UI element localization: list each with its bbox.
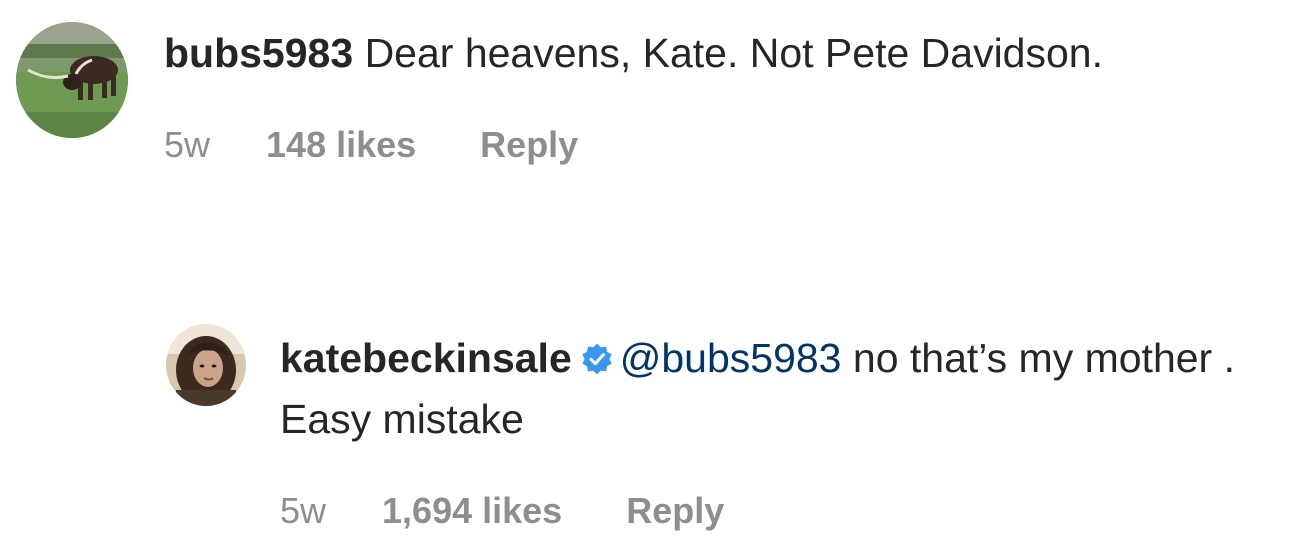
comment-body: bubs5983 Dear heavens, Kate. Not Pete Da… (164, 25, 1276, 166)
comment-body: katebeckinsale @bubs5983 no that’s my mo… (280, 330, 1276, 532)
comment-meta: 5w 1,694 likes Reply (280, 490, 1276, 532)
comment-text-block: bubs5983 Dear heavens, Kate. Not Pete Da… (164, 25, 1276, 82)
avatar[interactable] (16, 22, 128, 138)
cattle-photo-avatar-icon (16, 22, 128, 138)
comment-username[interactable]: bubs5983 (164, 30, 353, 76)
portrait-photo-avatar-icon (166, 324, 246, 406)
avatar[interactable] (166, 324, 246, 406)
comment-meta: 5w 148 likes Reply (164, 124, 1276, 166)
comment-text-block: katebeckinsale @bubs5983 no that’s my mo… (280, 330, 1276, 448)
comment-reply: katebeckinsale @bubs5983 no that’s my mo… (166, 322, 1276, 532)
comment-username[interactable]: katebeckinsale (280, 335, 572, 381)
reply-button[interactable]: Reply (626, 490, 724, 532)
likes-count[interactable]: 1,694 likes (382, 490, 562, 532)
comment-timestamp: 5w (280, 490, 327, 531)
comment-text: Dear heavens, Kate. Not Pete Davidson. (364, 30, 1103, 76)
reply-button[interactable]: Reply (480, 124, 578, 166)
likes-count[interactable]: 148 likes (266, 124, 416, 166)
mention-link[interactable]: @bubs5983 (620, 335, 842, 381)
comment-timestamp: 5w (164, 124, 211, 165)
comment: bubs5983 Dear heavens, Kate. Not Pete Da… (16, 22, 1276, 166)
verified-badge-icon (580, 334, 614, 391)
